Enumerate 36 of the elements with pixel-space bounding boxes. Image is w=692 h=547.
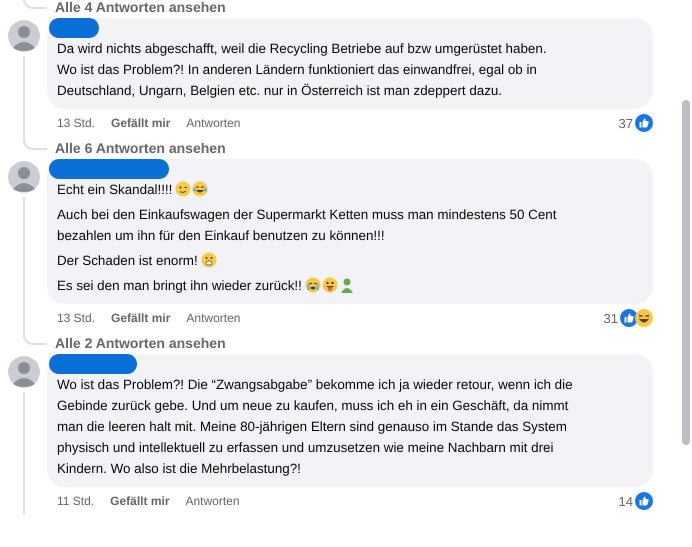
reaction-count[interactable]: 14 <box>618 494 633 508</box>
avatar[interactable] <box>8 161 40 193</box>
reply-link[interactable]: Antworten <box>186 494 240 508</box>
crying-emoji-icon <box>304 277 321 293</box>
timestamp[interactable]: 13 Std. <box>57 116 96 130</box>
comment-text: Wo ist das Problem?! Die “Zwangsabgabe” bekomme ich ja wieder retour, wenn ich die Gebinde zurück gebe. Und um neue zu kaufen, muss ich eh in ein Geschäft, da nimmt man die leeren halt mit. Meine 80-jährigen Eltern sind genauso im Stande das System physisch und intellektuell zu erfassen und umzusetzen wie meine Nachbarn mit drei Kindern. Wo also ist die Mehrbelastung?! <box>57 377 573 476</box>
tongue-emoji-icon <box>322 277 338 293</box>
comment-text: Auch bei den Einkaufswagen der Supermarkt Ketten muss man mindestens 50 Cent bezahlen um ihn für den Einkauf benutzen zu können!!! <box>57 207 556 243</box>
laughing-reaction-icon <box>635 309 653 327</box>
scrollbar[interactable] <box>682 100 690 445</box>
like-link[interactable]: Gefällt mir <box>111 116 170 130</box>
thread-connector <box>23 0 47 9</box>
timestamp[interactable]: 11 Std. <box>57 494 94 508</box>
like-link[interactable]: Gefällt mir <box>110 494 170 508</box>
like-link[interactable]: Gefällt mir <box>111 311 170 325</box>
tears-of-joy-emoji-icon <box>192 181 208 197</box>
person-emoji-icon <box>338 277 355 293</box>
comment-text: Echt ein Skandal!!!! <box>57 182 172 197</box>
view-replies-link[interactable]: Alle 4 Antworten ansehen <box>55 0 226 16</box>
comment-text: Da wird nichts abgeschafft, weil die Recycling Betriebe auf bzw umgerüstet haben. Wo ist das Problem?! In anderen Ländern funktioniert das einwandfrei, egal ob in Deutschland, Ungarn, Belgien etc. nur in Österreich ist man zdeppert dazu. <box>57 41 547 98</box>
view-replies-link[interactable]: Alle 2 Antworten ansehen <box>55 334 226 352</box>
comment-text: Es sei den man bringt ihn wieder zurück!! <box>57 278 302 293</box>
comment-text: Der Schaden ist enorm! <box>57 253 198 268</box>
wink-emoji-icon <box>175 181 192 197</box>
reply-link[interactable]: Antworten <box>186 116 240 130</box>
like-reaction-icon <box>620 309 638 327</box>
like-reaction-icon <box>635 114 653 132</box>
reaction-count[interactable]: 31 <box>604 310 618 326</box>
reply-link[interactable]: Antworten <box>186 311 240 325</box>
like-reaction-icon <box>635 492 653 510</box>
timestamp[interactable]: 13 Std. <box>57 311 96 325</box>
reaction-count[interactable]: 37 <box>618 116 633 130</box>
avatar[interactable] <box>8 356 40 388</box>
avatar[interactable] <box>8 20 40 52</box>
view-replies-link[interactable]: Alle 6 Antworten ansehen <box>55 139 226 157</box>
shocked-emoji-icon <box>200 252 217 268</box>
